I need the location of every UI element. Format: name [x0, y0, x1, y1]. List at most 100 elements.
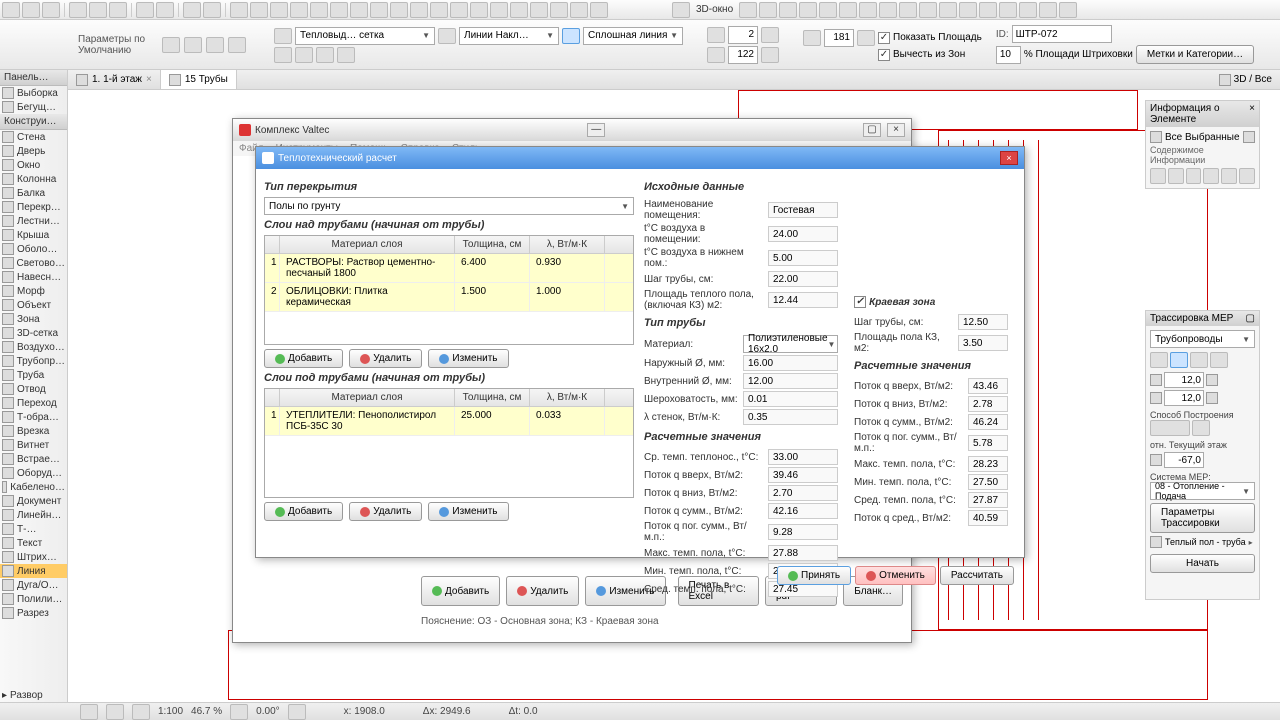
tool-Колонна[interactable]: Колонна [0, 172, 67, 186]
tab-floor1[interactable]: 1. 1-й этаж × [68, 70, 161, 89]
dim-icon[interactable] [707, 27, 725, 43]
status-scale[interactable]: 1:100 [158, 706, 183, 717]
tool-Бегущ…[interactable]: Бегущ… [0, 100, 67, 114]
status-icon[interactable] [288, 704, 306, 720]
edge-zone-check[interactable] [854, 296, 866, 308]
close-icon[interactable]: × [146, 74, 152, 85]
line-style-combo[interactable]: Тепловыд… сетка▼ [295, 27, 435, 45]
toolbar-icon[interactable] [759, 2, 777, 18]
tool-expand[interactable]: ▸Развор [0, 689, 68, 702]
toolbar-icon[interactable] [470, 2, 488, 18]
edit-button[interactable]: Изменить [428, 349, 508, 368]
info-tab-icon[interactable] [1150, 168, 1166, 184]
tool-Витнет[interactable]: Витнет [0, 438, 67, 452]
toolbar-icon[interactable] [570, 2, 588, 18]
toolbar-icon[interactable] [959, 2, 977, 18]
field-combo[interactable]: Полиэтиленовые 16x2.0▼ [743, 335, 838, 353]
toolbar-icon[interactable] [879, 2, 897, 18]
toolbar-icon[interactable] [510, 2, 528, 18]
hatch-pct-input[interactable] [996, 46, 1021, 64]
tool-Штрих…[interactable]: Штрих… [0, 550, 67, 564]
delete-button[interactable]: Удалить [349, 349, 422, 368]
thermal-title-bar[interactable]: Теплотехнический расчет × [256, 147, 1024, 169]
val-2-input[interactable] [728, 26, 758, 44]
tool-Документ[interactable]: Документ [0, 494, 67, 508]
toolbar-icon[interactable] [839, 2, 857, 18]
tool-Балка[interactable]: Балка [0, 186, 67, 200]
tool-Дверь[interactable]: Дверь [0, 144, 67, 158]
tool-undo-icon[interactable] [136, 2, 154, 18]
valtec-title-bar[interactable]: Комплекс Valtec — ▢ × [233, 119, 911, 141]
pattern-icon[interactable] [274, 47, 292, 63]
toolbar-icon[interactable] [979, 2, 997, 18]
status-icon[interactable] [106, 704, 124, 720]
tool-Окно[interactable]: Окно [0, 158, 67, 172]
info-tab-icon[interactable] [1168, 168, 1184, 184]
layers-above-grid[interactable]: Материал слоя Толщина, см λ, Вт/м·К 1РАС… [264, 235, 634, 345]
tool-Воздухо…[interactable]: Воздухо… [0, 340, 67, 354]
build-method-icon[interactable] [1150, 420, 1190, 436]
tool-copy-icon[interactable] [89, 2, 107, 18]
add-button[interactable]: Добавить [264, 502, 343, 521]
level-input[interactable] [1164, 452, 1204, 468]
maximize-icon[interactable]: ▢ [863, 123, 881, 137]
tool-Текст[interactable]: Текст [0, 536, 67, 550]
tool-Труба[interactable]: Труба [0, 368, 67, 382]
tool-Оборуд…[interactable]: Оборуд… [0, 466, 67, 480]
toolbar-icon[interactable] [270, 2, 288, 18]
minimize-icon[interactable]: — [587, 123, 605, 137]
info-tab-icon[interactable] [1203, 168, 1219, 184]
status-icon[interactable] [230, 704, 248, 720]
toolbar-icon[interactable] [939, 2, 957, 18]
tool-print-icon[interactable] [69, 2, 87, 18]
pattern-icon[interactable] [337, 47, 355, 63]
toolbar-icon[interactable] [410, 2, 428, 18]
toolbar-icon[interactable] [779, 2, 797, 18]
area-icon[interactable] [857, 30, 875, 46]
mep-mode-icon[interactable] [1190, 352, 1208, 368]
toolbar-icon[interactable] [230, 2, 248, 18]
edit-button[interactable]: Изменить [428, 502, 508, 521]
line-incl-combo[interactable]: Линии Накл…▼ [459, 27, 559, 45]
tool-new-icon[interactable] [2, 2, 20, 18]
tab-pipes[interactable]: 15 Трубы [161, 70, 237, 89]
tool-3D-сетка[interactable]: 3D-сетка [0, 326, 67, 340]
toolbar-icon[interactable] [310, 2, 328, 18]
status-angle[interactable]: 0.00° [256, 706, 279, 717]
status-zoom[interactable]: 46.7 % [191, 706, 222, 717]
tool-redo-icon[interactable] [156, 2, 174, 18]
tool-open-icon[interactable] [22, 2, 40, 18]
spline-combo[interactable]: Сплошная линия▼ [583, 27, 683, 45]
toolbar-icon[interactable] [250, 2, 268, 18]
layers-below-grid[interactable]: Материал слоя Толщина, см λ, Вт/м·К 1УТЕ… [264, 388, 634, 498]
dim-v-input[interactable] [1164, 390, 1204, 406]
param-icon[interactable] [228, 37, 246, 53]
toolbar-icon[interactable] [450, 2, 468, 18]
panel-close-icon[interactable]: × [1249, 103, 1255, 125]
tool-dropper-icon[interactable] [203, 2, 221, 18]
trace-params-button[interactable]: Параметры Трассировки [1150, 503, 1255, 533]
status-icon[interactable] [132, 704, 150, 720]
lock-icon[interactable] [1206, 374, 1218, 386]
window-3d-label[interactable]: 3D-окно [692, 4, 737, 15]
apply-button[interactable]: Принять [777, 566, 851, 585]
exclude-zones-check[interactable] [878, 49, 890, 61]
calculate-button[interactable]: Рассчитать [940, 566, 1014, 585]
toolbar-icon[interactable] [550, 2, 568, 18]
tool-Выборка[interactable]: Выборка [0, 86, 67, 100]
tool-Светово…[interactable]: Светово… [0, 256, 67, 270]
lock-icon[interactable] [1206, 392, 1218, 404]
toolbar-icon[interactable] [1059, 2, 1077, 18]
toolbar-icon[interactable] [919, 2, 937, 18]
tool-Т-обра…[interactable]: Т-обра… [0, 410, 67, 424]
labels-button[interactable]: Метки и Категории… [1136, 45, 1254, 64]
dim-icon[interactable] [761, 27, 779, 43]
cancel-button[interactable]: Отменить [855, 566, 936, 585]
delete-button[interactable]: Удалить [349, 502, 422, 521]
tool-Разрез[interactable]: Разрез [0, 606, 67, 620]
param-icon[interactable] [206, 37, 224, 53]
param-icon[interactable] [162, 37, 180, 53]
line-icon[interactable] [438, 28, 456, 44]
toolbar-icon[interactable] [799, 2, 817, 18]
chevron-icon[interactable] [1243, 131, 1255, 143]
